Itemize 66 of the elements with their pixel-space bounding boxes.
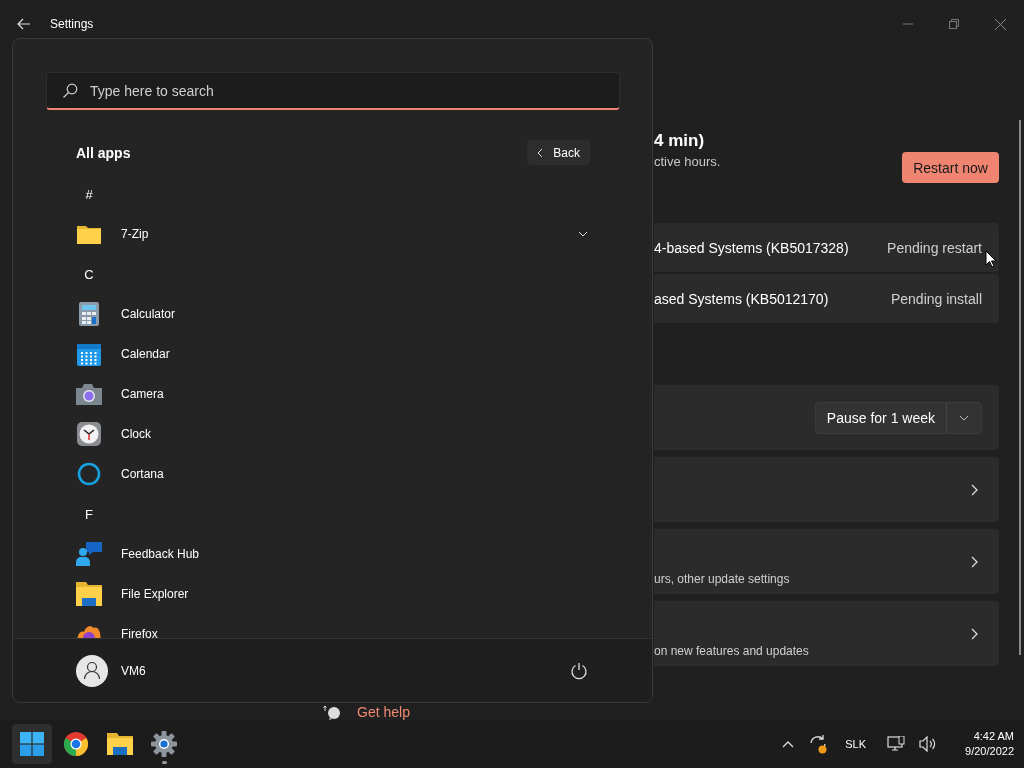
ring-icon <box>77 462 101 486</box>
mouse-pointer-icon <box>985 250 997 268</box>
network-icon[interactable] <box>887 736 905 752</box>
app-list-item[interactable]: Feedback Hub <box>121 547 200 561</box>
update-status: Pending restart <box>887 239 982 256</box>
start-button[interactable] <box>12 724 52 764</box>
card-description: on new features and updates <box>654 642 810 658</box>
power-icon[interactable] <box>570 661 588 680</box>
clock-date[interactable]: 9/20/2022 <box>965 744 1014 759</box>
back-arrow-icon[interactable] <box>17 18 31 30</box>
chevron-right-icon <box>971 627 978 640</box>
restart-now-button[interactable]: Restart now <box>902 152 999 183</box>
search-icon <box>62 83 78 99</box>
app-list-item[interactable]: File Explorer <box>121 587 189 601</box>
pause-button[interactable]: Pause for 1 week <box>814 401 982 434</box>
all-apps-heading: All apps <box>76 144 131 161</box>
calendar-icon <box>77 342 101 366</box>
letter-header[interactable]: C <box>76 266 102 282</box>
chevron-left-icon <box>537 147 544 158</box>
folder-icon <box>77 224 101 244</box>
user-avatar-icon[interactable] <box>76 654 108 687</box>
app-list-item[interactable]: Camera <box>121 387 164 401</box>
chevron-down-icon[interactable] <box>578 231 588 237</box>
app-list-item[interactable]: Firefox <box>121 627 158 638</box>
sync-icon[interactable] <box>808 734 829 754</box>
status-heading: 4 min) <box>654 130 706 152</box>
app-list-item[interactable]: Clock <box>121 427 151 441</box>
gear-icon <box>151 731 177 757</box>
card-description: urs, other update settings <box>654 570 791 586</box>
status-text: ctive hours. <box>654 154 721 169</box>
update-name: 4-based Systems (KB5017328) <box>654 239 849 256</box>
get-help-link[interactable]: Get help <box>357 704 410 720</box>
maximize-icon[interactable] <box>949 19 959 29</box>
back-button[interactable]: Back <box>527 140 590 165</box>
chevron-right-icon <box>971 555 978 568</box>
app-list-item[interactable]: Cortana <box>121 467 164 481</box>
letter-header[interactable]: # <box>76 186 102 202</box>
search-field[interactable]: Type here to search <box>46 72 620 110</box>
app-list-item[interactable]: Calculator <box>121 307 176 321</box>
settings-card[interactable]: on new features and updates <box>654 601 999 666</box>
update-status: Pending install <box>890 290 982 307</box>
camera-icon <box>76 383 102 405</box>
app-list-item[interactable]: 7-Zip <box>121 227 149 241</box>
folder-icon <box>107 733 133 755</box>
input-language[interactable]: SLK <box>845 738 866 750</box>
clock-icon <box>77 422 101 446</box>
scroll-bar[interactable] <box>1019 120 1021 655</box>
user-name[interactable]: VM6 <box>121 663 146 678</box>
file-explorer-icon <box>76 582 102 606</box>
browser-icon <box>64 732 88 756</box>
volume-icon[interactable] <box>919 736 937 752</box>
close-icon[interactable] <box>995 18 1006 30</box>
chevron-up-icon[interactable] <box>782 740 795 748</box>
running-indicator <box>162 761 167 764</box>
chevron-right-icon <box>971 483 978 496</box>
calculator-icon <box>79 302 99 326</box>
letter-header[interactable]: F <box>76 506 102 522</box>
window-title: Settings <box>50 17 94 31</box>
app-list-item[interactable]: Calendar <box>121 347 170 361</box>
clock-time[interactable]: 4:42 AM <box>973 729 1014 744</box>
help-icon <box>323 704 341 720</box>
update-name: ased Systems (KB5012170) <box>654 290 829 307</box>
settings-card[interactable]: urs, other update settings <box>654 529 999 594</box>
chevron-down-icon <box>959 414 969 421</box>
windows-logo-icon <box>20 732 44 756</box>
feedback-icon <box>76 542 102 566</box>
